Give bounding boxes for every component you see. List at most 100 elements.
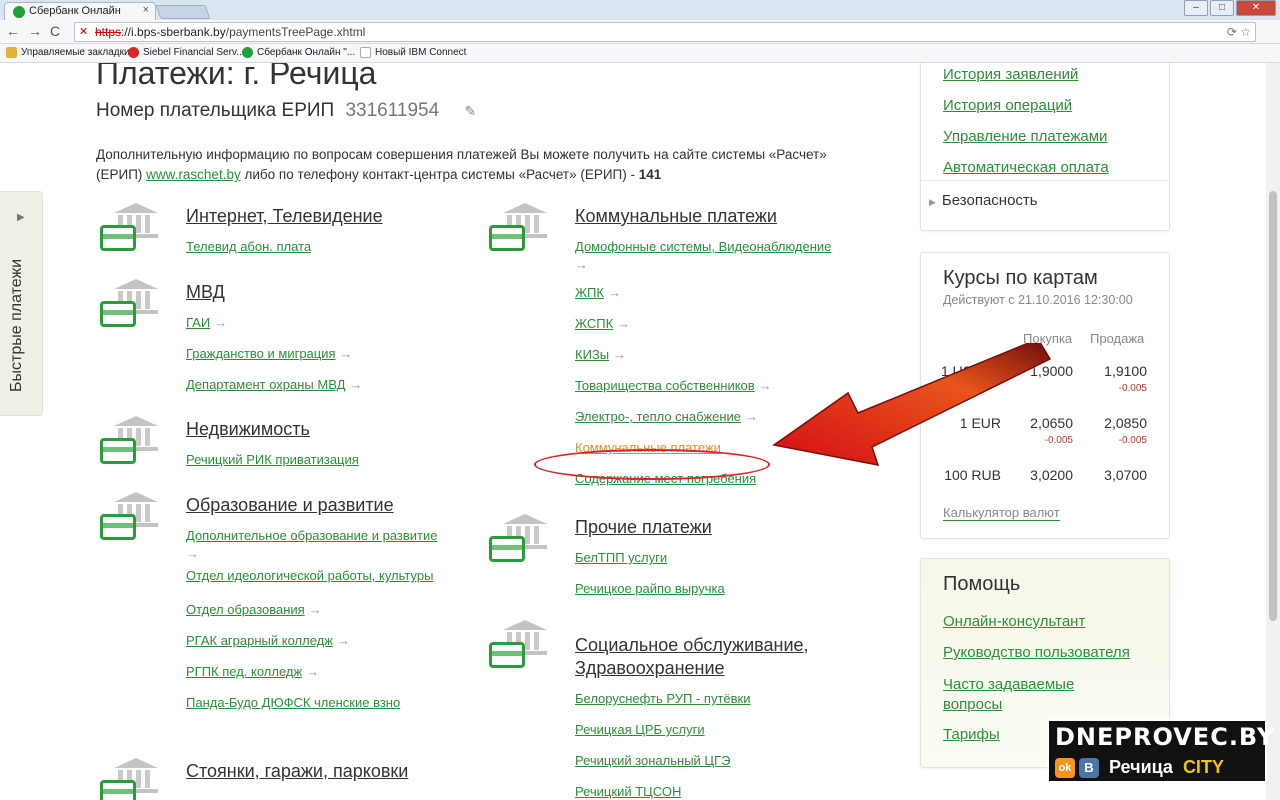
minimize-icon[interactable]: – bbox=[1184, 0, 1208, 16]
new-tab-button[interactable] bbox=[155, 5, 211, 19]
tab-close-icon[interactable]: × bbox=[143, 4, 149, 16]
payment-link[interactable]: БелТПП услуги bbox=[575, 550, 865, 566]
payment-link[interactable]: Белоруснефть РУП - путёвки bbox=[575, 691, 865, 707]
quick-payments-tab[interactable]: ▶ Быстрые платежи bbox=[0, 191, 43, 416]
bookmark-sberbank[interactable]: Сбербанк Онлайн "... bbox=[242, 47, 355, 58]
payment-link[interactable]: Телевид абон. плата bbox=[186, 239, 476, 255]
bookmark-managed[interactable]: Управляемые закладки bbox=[6, 47, 130, 58]
payment-arrow-row: → bbox=[575, 257, 865, 273]
annotation-arrow bbox=[772, 343, 1052, 466]
bank-card-icon bbox=[100, 416, 162, 468]
category-title[interactable]: Стоянки, гаражи, парковки bbox=[186, 761, 408, 782]
watermark-site: DNEPROVEC.BY bbox=[1055, 723, 1276, 751]
category-title[interactable]: Образование и развитие bbox=[186, 495, 394, 516]
bank-card-icon bbox=[100, 279, 162, 331]
payment-link[interactable]: Речицкий РИК приватизация bbox=[186, 452, 476, 468]
watermark-city-suffix: CITY bbox=[1182, 757, 1224, 777]
history-operations-link[interactable]: История операций bbox=[943, 97, 1072, 114]
arrow-right-icon: → bbox=[575, 257, 588, 272]
forward-icon[interactable]: → bbox=[28, 23, 42, 39]
payment-link[interactable]: Речицкая ЦРБ услуги bbox=[575, 722, 865, 738]
bank-card-icon bbox=[100, 203, 162, 255]
bank-card-icon bbox=[489, 203, 551, 255]
close-window-icon[interactable]: ✕ bbox=[1236, 0, 1276, 16]
category-title[interactable]: Социальное обслуживание, Здравоохранение bbox=[575, 634, 835, 680]
bank-card-icon bbox=[100, 492, 162, 544]
quick-payments-label: Быстрые платежи bbox=[8, 258, 25, 392]
online-consultant-link[interactable]: Онлайн-консультант bbox=[943, 613, 1085, 630]
rates-subtitle: Действуют с 21.10.2016 12:30:00 bbox=[943, 293, 1133, 307]
reload-icon[interactable]: C bbox=[50, 23, 60, 39]
payment-link[interactable]: Речицкое райпо выручка bbox=[575, 581, 865, 597]
payment-link[interactable]: ГАИ → bbox=[186, 315, 476, 331]
arrow-right-icon: → bbox=[339, 346, 353, 361]
address-bar[interactable]: ✕ https://i.bps-sberbank.by/paymentsTree… bbox=[74, 22, 1256, 42]
payer-label: Номер плательщика ЕРИП bbox=[96, 100, 335, 121]
sberbank-favicon-icon bbox=[13, 6, 25, 18]
info-text: Дополнительную информацию по вопросам со… bbox=[96, 147, 827, 182]
translate-icon[interactable]: ⟳ bbox=[1227, 25, 1237, 39]
browser-nav-bar: ← → C ✕ https://i.bps-sberbank.by/paymen… bbox=[0, 20, 1280, 44]
payment-link[interactable]: РГАК аграрный колледж → bbox=[186, 633, 476, 649]
payment-link[interactable]: Гражданство и миграция → bbox=[186, 346, 476, 362]
tab-title: Сбербанк Онлайн bbox=[29, 5, 121, 17]
page-viewport: ▶ Быстрые платежи Платежи: г. Речица Ном… bbox=[0, 63, 1280, 800]
payer-number: 331611954 bbox=[345, 100, 440, 121]
account-links-panel: История заявлений История операций Управ… bbox=[920, 63, 1170, 231]
payment-link[interactable]: ЖСПК → bbox=[575, 316, 865, 332]
edit-pencil-icon[interactable]: ✎ bbox=[464, 103, 476, 119]
manage-payments-link[interactable]: Управление платежами bbox=[943, 128, 1107, 145]
browser-tab-bar: Сбербанк Онлайн × – □ ✕ bbox=[0, 0, 1280, 20]
bookmark-siebel[interactable]: Siebel Financial Serv... bbox=[128, 47, 245, 58]
back-icon[interactable]: ← bbox=[6, 23, 20, 39]
faq-link[interactable]: Часто задаваемые вопросы bbox=[943, 675, 1133, 715]
user-guide-link[interactable]: Руководство пользователя bbox=[943, 644, 1130, 661]
category-title[interactable]: Прочие платежи bbox=[575, 517, 712, 538]
arrow-right-icon: → bbox=[745, 409, 758, 424]
payment-link[interactable]: Речицкий зональный ЦГЭ bbox=[575, 753, 865, 769]
browser-tab[interactable]: Сбербанк Онлайн × bbox=[4, 2, 156, 20]
rates-title: Курсы по картам bbox=[943, 267, 1098, 289]
vk-icon: В bbox=[1079, 757, 1099, 778]
currency-calculator-link[interactable]: Калькулятор валют bbox=[943, 505, 1060, 521]
bookmark-ibm[interactable]: Новый IBM Connect bbox=[360, 47, 466, 58]
arrow-right-icon: → bbox=[336, 633, 350, 648]
annotation-ellipse bbox=[534, 449, 770, 480]
payment-link[interactable]: РГПК пед. колледж → bbox=[186, 664, 476, 680]
page-scrollbar[interactable] bbox=[1266, 63, 1280, 800]
payment-link[interactable]: Речицкий ТЦСОН bbox=[575, 784, 865, 800]
sberbank-icon bbox=[242, 47, 253, 58]
maximize-icon[interactable]: □ bbox=[1210, 0, 1234, 16]
bank-card-icon bbox=[489, 620, 551, 672]
watermark-city: Речица bbox=[1109, 757, 1173, 777]
bookmark-star-icon[interactable]: ☆ bbox=[1240, 25, 1251, 39]
bank-card-icon bbox=[100, 758, 162, 800]
history-requests-link[interactable]: История заявлений bbox=[943, 66, 1078, 83]
auto-payment-link[interactable]: Автоматическая оплата bbox=[943, 159, 1109, 176]
category-title[interactable]: Недвижимость bbox=[186, 419, 310, 440]
url-host: ://i.bps-sberbank.by bbox=[121, 25, 226, 39]
payment-link[interactable]: ЖПК → bbox=[575, 285, 865, 301]
tariffs-link[interactable]: Тарифы bbox=[943, 726, 1000, 743]
raschet-link[interactable]: www.raschet.by bbox=[146, 167, 241, 182]
payment-arrow-row: → bbox=[186, 546, 476, 562]
payment-link[interactable]: Отдел идеологической работы, культуры bbox=[186, 568, 476, 584]
payment-link[interactable]: Домофонные системы, Видеонаблюдение bbox=[575, 239, 865, 255]
payment-link[interactable]: Отдел образования → bbox=[186, 602, 476, 618]
url-path: /paymentsTreePage.xhtml bbox=[225, 25, 366, 39]
insecure-lock-icon: ✕ bbox=[79, 26, 89, 38]
odnoklassniki-icon: ok bbox=[1055, 757, 1075, 778]
phone-number: 141 bbox=[638, 167, 662, 182]
url-scheme: https bbox=[95, 25, 122, 39]
category-title[interactable]: Коммунальные платежи bbox=[575, 206, 777, 227]
scrollbar-thumb[interactable] bbox=[1269, 191, 1277, 621]
category-title[interactable]: МВД bbox=[186, 282, 225, 303]
category-title[interactable]: Интернет, Телевидение bbox=[186, 206, 383, 227]
security-item[interactable]: ▶ Безопасность bbox=[929, 192, 1038, 209]
dneprovec-watermark: DNEPROVEC.BY ok В Речица CITY bbox=[1047, 719, 1274, 783]
siebel-icon bbox=[128, 47, 139, 58]
payment-link[interactable]: Дополнительное образование и развитие bbox=[186, 528, 476, 544]
page-title: Платежи: г. Речица bbox=[96, 63, 377, 91]
payment-link[interactable]: Панда-Будо ДЮФСК членские взно bbox=[186, 695, 476, 711]
payment-link[interactable]: Департамент охраны МВД → bbox=[186, 377, 476, 393]
